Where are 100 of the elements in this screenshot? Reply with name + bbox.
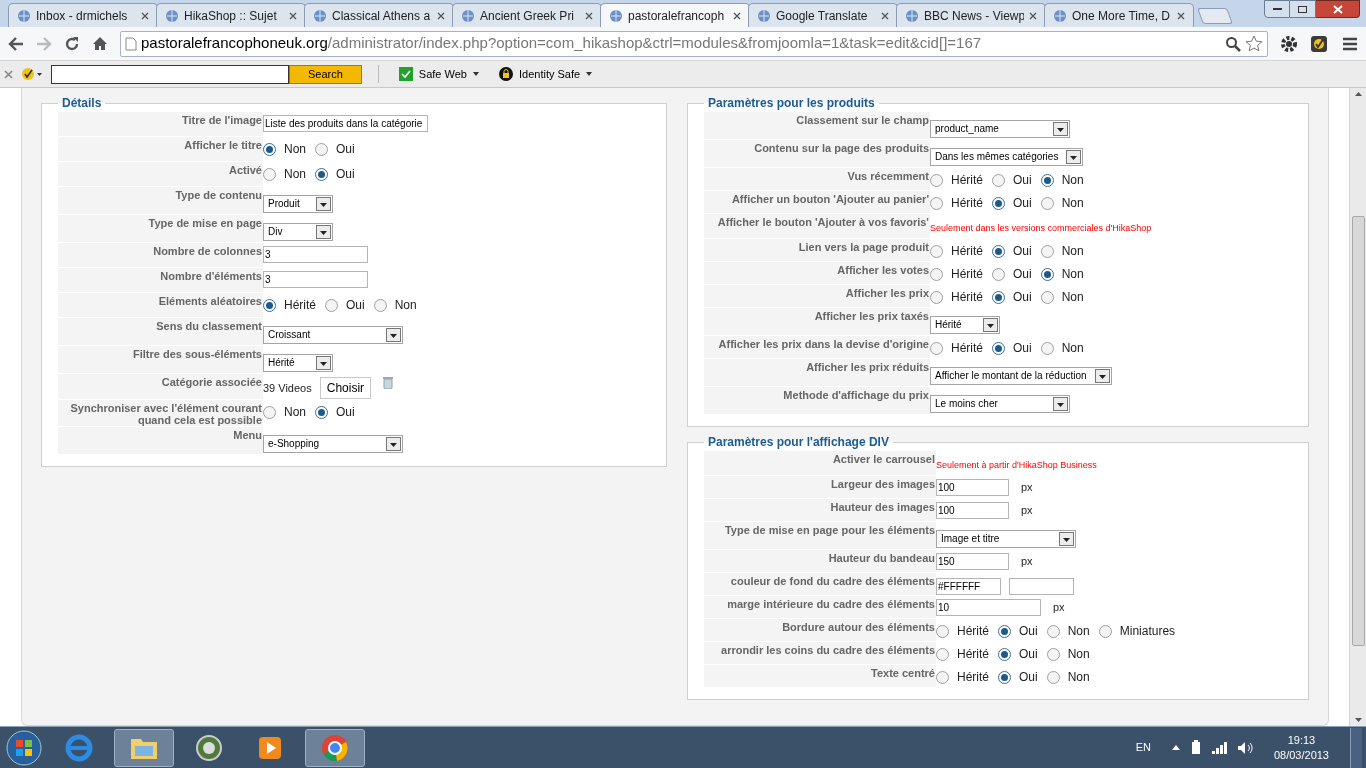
close-icon[interactable] <box>437 11 445 20</box>
radio-button[interactable] <box>1040 341 1054 355</box>
close-icon[interactable] <box>141 11 149 20</box>
radio-button[interactable] <box>930 244 943 258</box>
show-desktop-button[interactable] <box>1350 727 1362 768</box>
radio-button[interactable] <box>930 173 943 187</box>
close-icon[interactable] <box>585 11 593 20</box>
text-field[interactable]: 100 <box>936 502 1009 519</box>
zoom-icon[interactable] <box>1225 35 1241 52</box>
home-icon[interactable] <box>92 36 108 51</box>
checkmark-icon[interactable] <box>21 67 43 81</box>
radio-button[interactable] <box>998 670 1011 684</box>
radio-button[interactable] <box>263 405 276 419</box>
search-button[interactable]: Search <box>289 64 362 84</box>
radio-button[interactable] <box>936 670 949 684</box>
radio-button[interactable] <box>1098 624 1112 638</box>
browser-tab[interactable]: Classical Athens a <box>304 3 454 27</box>
caret-icon[interactable] <box>1171 745 1180 750</box>
text-field[interactable]: 150 <box>936 553 1009 570</box>
dropdown[interactable]: Hérité <box>930 315 1000 334</box>
scroll-up-icon[interactable] <box>1354 92 1362 96</box>
maximize-button[interactable] <box>1290 0 1316 18</box>
text-field[interactable]: 10 <box>936 599 1041 616</box>
toolbar-menu[interactable]: Safe Web <box>398 65 479 83</box>
text-field[interactable]: 100 <box>936 479 1009 496</box>
search-field[interactable] <box>51 64 289 84</box>
color-swatch-field[interactable] <box>1009 578 1074 595</box>
radio-button[interactable] <box>263 298 276 312</box>
radio-button[interactable] <box>930 267 943 281</box>
dropdown[interactable]: Dans les mêmes catégories <box>930 147 1084 166</box>
radio-button[interactable] <box>1046 647 1060 661</box>
radio-button[interactable] <box>1040 290 1054 304</box>
minimize-button[interactable] <box>1264 0 1290 18</box>
close-icon[interactable] <box>733 11 741 20</box>
settings-icon[interactable] <box>1280 34 1298 53</box>
radio-button[interactable] <box>930 290 943 304</box>
text-field[interactable]: 3 <box>263 271 368 288</box>
radio-button[interactable] <box>998 624 1011 638</box>
radio-button[interactable] <box>998 647 1011 661</box>
menu-icon[interactable] <box>1342 36 1358 51</box>
toolbar-menu[interactable]: Identity Safe <box>498 65 593 83</box>
chrome-taskbar-icon[interactable] <box>305 728 365 767</box>
close-icon[interactable] <box>1177 11 1185 20</box>
reload-icon[interactable] <box>64 35 80 52</box>
browser-tab[interactable]: One More Time, D <box>1044 3 1194 27</box>
browser-tab[interactable]: HikaShop :: Sujet <box>156 3 306 27</box>
back-icon[interactable] <box>8 36 24 51</box>
radio-button[interactable] <box>1040 173 1054 187</box>
dropdown[interactable]: Afficher le montant de la réduction <box>930 366 1112 385</box>
text-field[interactable]: Liste des produits dans la catégorie <box>263 115 428 132</box>
radio-button[interactable] <box>992 290 1005 304</box>
clock[interactable]: 19:13 08/03/2013 <box>1261 732 1341 763</box>
browser-tab[interactable]: Ancient Greek Pri <box>452 3 602 27</box>
close-icon[interactable] <box>1029 11 1037 20</box>
close-icon[interactable] <box>289 11 297 20</box>
speaker-icon[interactable] <box>1236 740 1253 755</box>
choose-button[interactable]: Choisir <box>319 377 372 399</box>
radio-button[interactable] <box>992 267 1005 281</box>
radio-button[interactable] <box>1046 624 1060 638</box>
text-field[interactable]: 3 <box>263 246 368 263</box>
browser-tab[interactable]: BBC News - Viewp <box>896 3 1046 27</box>
radio-button[interactable] <box>936 647 949 661</box>
radio-button[interactable] <box>1040 267 1054 281</box>
extension-icon[interactable] <box>1310 33 1330 54</box>
star-icon[interactable] <box>1245 35 1263 52</box>
browser-tab[interactable]: pastoralefrancoph <box>600 3 750 27</box>
browser-tab[interactable]: Inbox - drmichels <box>8 3 158 27</box>
color-field[interactable]: #FFFFFF <box>936 578 1001 595</box>
scroll-down-icon[interactable] <box>1354 718 1362 722</box>
address-field[interactable]: pastoralefrancophoneuk.org/administrator/index.php?option=com_hikashop&ctrl=modules&fromjoomla=1&task=edit&cid[]=167 <box>120 30 1268 57</box>
dropdown[interactable]: Image et titre <box>936 529 1076 548</box>
scrollbar[interactable] <box>1349 88 1366 726</box>
radio-button[interactable] <box>315 405 328 419</box>
browser-tab[interactable]: Google Translate <box>748 3 898 27</box>
language-indicator[interactable]: EN <box>1135 739 1151 756</box>
radio-button[interactable] <box>263 167 276 181</box>
dropdown[interactable]: product_name <box>930 119 1070 138</box>
start-button[interactable] <box>4 727 44 768</box>
radio-button[interactable] <box>315 167 328 181</box>
dropdown[interactable]: Le moins cher <box>930 394 1070 413</box>
radio-button[interactable] <box>992 173 1005 187</box>
dropdown[interactable]: Croissant <box>263 325 403 344</box>
radio-button[interactable] <box>1040 244 1054 258</box>
dropdown[interactable]: Div <box>263 222 333 241</box>
radio-button[interactable] <box>315 142 328 156</box>
radio-button[interactable] <box>1046 670 1060 684</box>
dropdown[interactable]: e-Shopping <box>263 434 403 453</box>
radio-button[interactable] <box>936 624 949 638</box>
signal-icon[interactable] <box>1211 741 1228 754</box>
radio-button[interactable] <box>1040 196 1054 210</box>
radio-button[interactable] <box>992 196 1005 210</box>
close-icon[interactable] <box>4 69 13 79</box>
radio-button[interactable] <box>930 341 943 355</box>
radio-button[interactable] <box>325 298 338 312</box>
radio-button[interactable] <box>373 298 387 312</box>
dropdown[interactable]: Produit <box>263 194 333 213</box>
radio-button[interactable] <box>992 244 1005 258</box>
dropdown[interactable]: Hérité <box>263 353 333 372</box>
radio-button[interactable] <box>930 196 943 210</box>
close-icon[interactable] <box>881 11 889 20</box>
